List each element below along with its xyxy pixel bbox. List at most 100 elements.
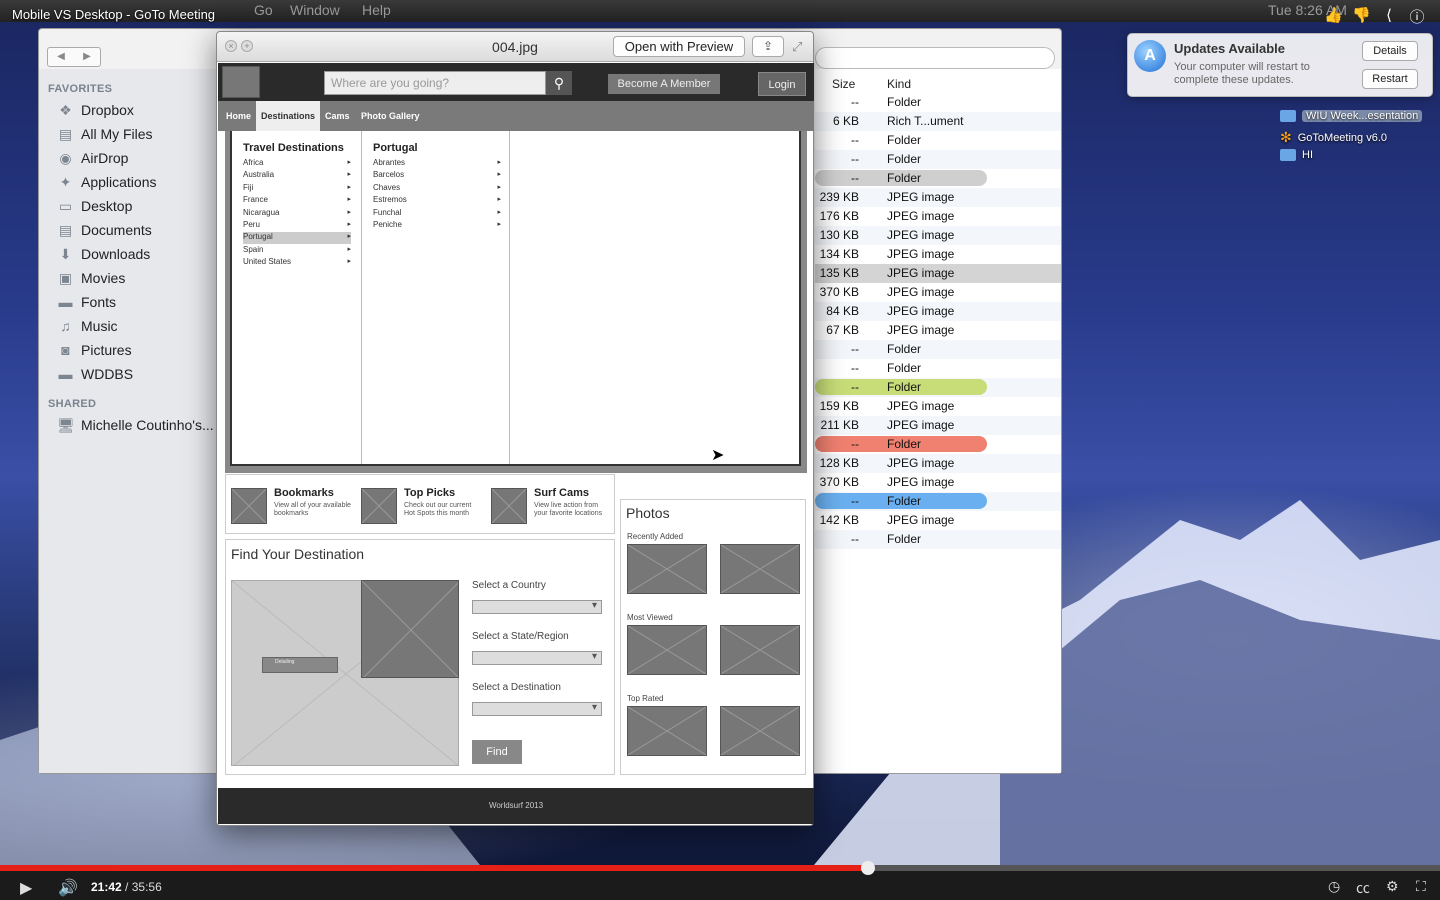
wireframe-logo <box>222 66 260 98</box>
sidebar-item[interactable]: ▤ Documents <box>57 219 152 241</box>
table-row[interactable]: 142 KB JPEG image <box>815 511 1061 530</box>
table-row[interactable]: 130 KB JPEG image <box>815 226 1061 245</box>
sidebar-item[interactable]: ⬇ Downloads <box>57 243 151 265</box>
table-row[interactable]: -- Folder <box>815 492 1061 511</box>
wireframe-tab-destinations: Destinations <box>256 101 321 131</box>
sidebar-item[interactable]: ▬ Fonts <box>57 291 117 313</box>
table-row[interactable]: 211 KB JPEG image <box>815 416 1061 435</box>
like-icon[interactable]: 👍 <box>1324 6 1343 27</box>
table-row[interactable]: -- Folder <box>815 378 1061 397</box>
sidebar-item[interactable]: ✦ Applications <box>57 171 157 193</box>
sidebar-item-shared[interactable]: 🖥 Michelle Coutinho's... <box>57 414 214 436</box>
table-row[interactable]: 370 KB JPEG image <box>815 473 1061 492</box>
settings-icon[interactable]: ⚙ <box>1386 878 1399 895</box>
dislike-icon[interactable]: 👎 <box>1352 6 1371 27</box>
desktop-item[interactable]: HI <box>1280 149 1313 161</box>
table-row[interactable]: -- Folder <box>815 169 1061 188</box>
form-select <box>472 651 602 665</box>
table-row[interactable]: 84 KB JPEG image <box>815 302 1061 321</box>
table-row[interactable]: 6 KB Rich T...ument <box>815 112 1061 131</box>
fullscreen-icon[interactable]: ⤢ <box>792 39 802 55</box>
sidebar-item-label: Downloads <box>81 246 151 262</box>
table-row[interactable]: -- Folder <box>815 435 1061 454</box>
table-row[interactable]: -- Folder <box>815 530 1061 549</box>
back-icon[interactable]: ◀ <box>48 48 74 66</box>
table-row[interactable]: -- Folder <box>815 131 1061 150</box>
table-row[interactable]: 128 KB JPEG image <box>815 454 1061 473</box>
file-kind: JPEG image <box>887 285 955 299</box>
airdrop-icon: ◉ <box>59 149 72 166</box>
finder-nav-arrows[interactable]: ◀ ▶ <box>47 47 101 67</box>
mega-menu-label: Peniche <box>373 220 402 229</box>
mouse-cursor: ➤ <box>711 447 725 464</box>
table-row[interactable]: -- Folder <box>815 359 1061 378</box>
file-size: -- <box>851 152 859 166</box>
captions-icon[interactable]: ㏄ <box>1356 878 1370 898</box>
open-with-preview-button[interactable]: Open with Preview <box>613 36 745 57</box>
image-placeholder <box>491 488 527 524</box>
table-row[interactable]: 239 KB JPEG image <box>815 188 1061 207</box>
mega-menu-item: Abrantes ▸ <box>373 158 501 170</box>
file-kind: Folder <box>887 380 922 394</box>
volume-icon[interactable]: 🔊 <box>58 878 78 898</box>
watch-later-icon[interactable]: ◷ <box>1328 878 1340 895</box>
details-button[interactable]: Details <box>1362 41 1418 61</box>
sidebar-item[interactable]: ▣ Movies <box>57 267 125 289</box>
find-button: Find <box>472 740 522 764</box>
table-row[interactable]: 135 KB JPEG image <box>815 264 1061 283</box>
table-row[interactable]: 176 KB JPEG image <box>815 207 1061 226</box>
desktop-item[interactable]: ✻ GoToMeeting v6.0 <box>1280 129 1387 146</box>
sidebar-item[interactable]: ◙ Pictures <box>57 339 131 361</box>
menu-help[interactable]: Help <box>362 2 391 18</box>
mega-heading: Portugal <box>373 142 418 154</box>
map-pin-callout: Detailing <box>262 657 338 673</box>
desktop-item[interactable]: WIU Week...esentation <box>1280 110 1423 122</box>
table-row[interactable]: -- Folder <box>815 340 1061 359</box>
sidebar-item-label: Movies <box>81 270 126 286</box>
image-placeholder <box>720 706 800 756</box>
mega-menu-item: France ▸ <box>243 195 351 207</box>
progress-bar[interactable] <box>0 861 1440 875</box>
mega-menu-label: Nicaragua <box>243 207 280 217</box>
sidebar-item[interactable]: ◉ AirDrop <box>57 147 128 169</box>
mega-menu-item: United States ▸ <box>243 257 351 269</box>
share-icon[interactable]: ⟨ <box>1380 6 1398 27</box>
info-icon[interactable]: ⓘ <box>1408 6 1426 27</box>
sidebar-item[interactable]: ❖ Dropbox <box>57 99 134 121</box>
form-label: Select a State/Region <box>472 631 569 642</box>
table-row[interactable]: -- Folder <box>815 150 1061 169</box>
sidebar-item[interactable]: ▤ All My Files <box>57 123 153 145</box>
chevron-right-icon: ▸ <box>347 196 351 204</box>
file-kind: JPEG image <box>887 209 955 223</box>
table-row[interactable]: 67 KB JPEG image <box>815 321 1061 340</box>
restart-button[interactable]: Restart <box>1362 69 1418 89</box>
photos-section-label: Recently Added <box>627 532 684 541</box>
fullscreen-icon[interactable]: ⛶ <box>1416 878 1426 895</box>
table-row[interactable]: 134 KB JPEG image <box>815 245 1061 264</box>
mega-heading: Travel Destinations <box>243 142 344 154</box>
feature-subtitle: Check out our current Hot Spots this mon… <box>404 502 472 517</box>
video-title: Mobile VS Desktop - GoTo Meeting <box>12 7 216 22</box>
share-icon[interactable]: ⇪ <box>752 36 784 57</box>
sidebar-item[interactable]: ▬ WDDBS <box>57 363 134 385</box>
wireframe-tab-cams: Cams <box>325 111 350 121</box>
table-row[interactable]: 159 KB JPEG image <box>815 397 1061 416</box>
file-kind: Folder <box>887 95 922 109</box>
finder-search-input[interactable] <box>815 47 1055 69</box>
image-placeholder <box>231 488 267 524</box>
sidebar-item[interactable]: ▭ Desktop <box>57 195 132 217</box>
forward-icon[interactable]: ▶ <box>74 48 100 66</box>
menu-go[interactable]: Go <box>254 2 273 18</box>
sidebar-item[interactable]: ♫ Music <box>57 315 117 337</box>
table-row[interactable]: 370 KB JPEG image <box>815 283 1061 302</box>
wireframe-tab-photo-gallery: Photo Gallery <box>361 111 420 121</box>
table-row[interactable]: -- Folder <box>815 93 1061 112</box>
file-size: -- <box>851 95 859 109</box>
mega-menu-label: United States <box>243 257 292 267</box>
play-icon[interactable]: ▶ <box>20 878 32 898</box>
notification-text: Your computer will restart to complete t… <box>1174 61 1310 86</box>
chevron-right-icon: ▸ <box>497 196 501 204</box>
file-kind: Folder <box>887 494 922 508</box>
menu-window[interactable]: Window <box>290 2 340 18</box>
feature-title: Top Picks <box>404 487 456 499</box>
